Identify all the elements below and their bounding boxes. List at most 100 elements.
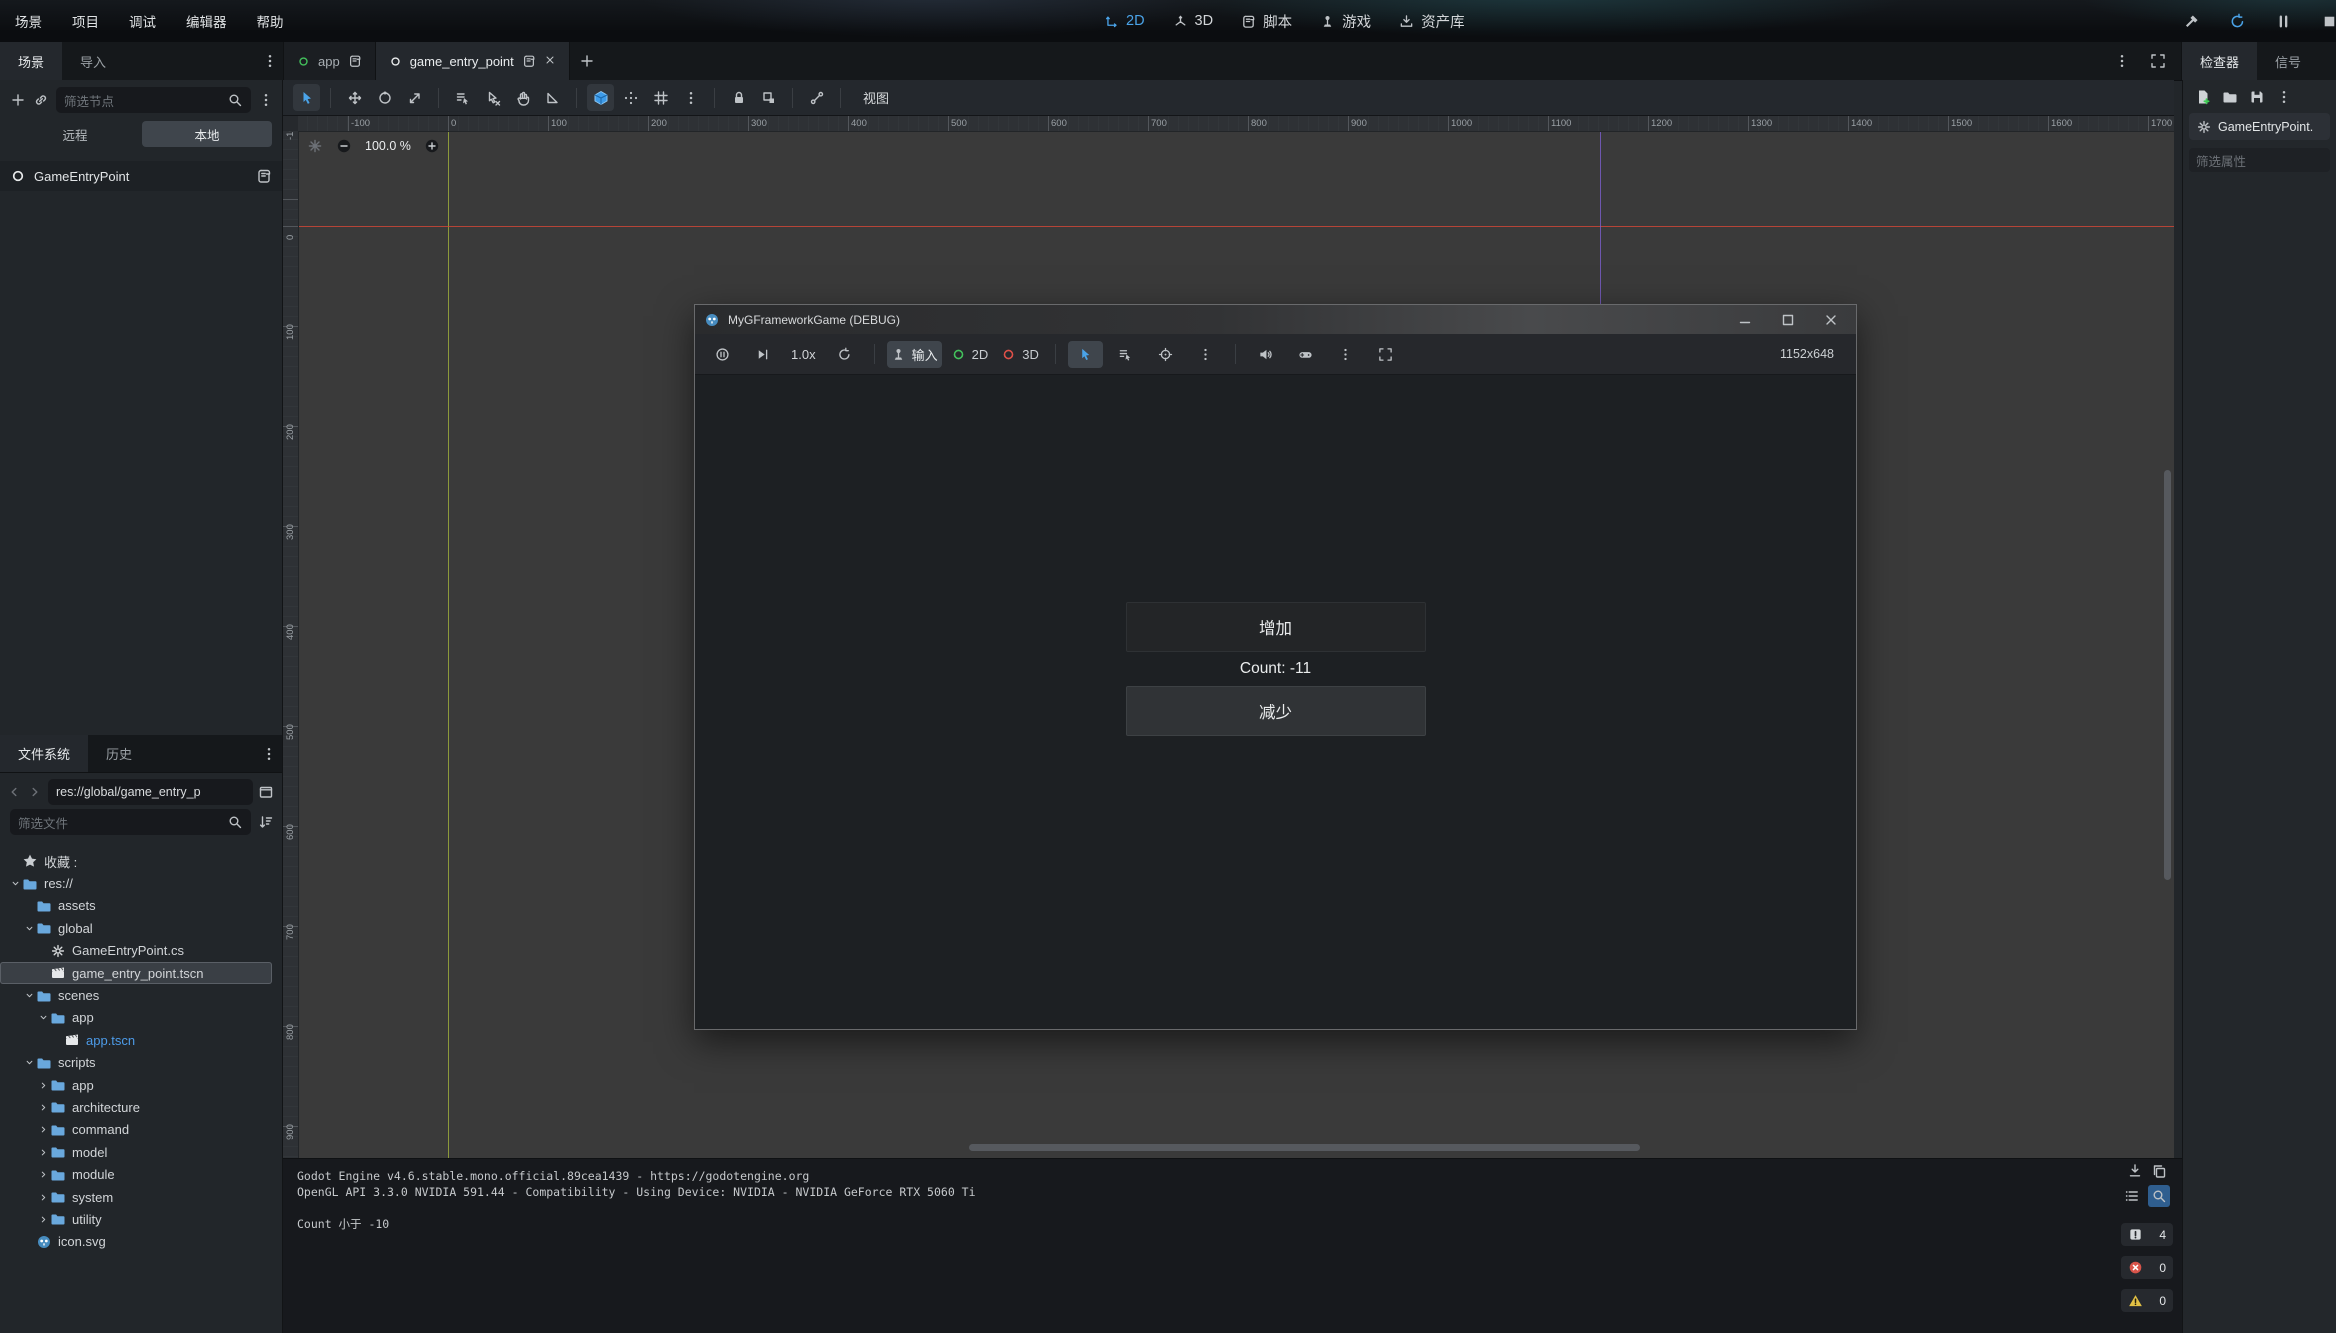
filter-properties-input[interactable]: 筛选属性	[2189, 148, 2330, 172]
chev-right-icon[interactable]	[36, 1147, 50, 1158]
scene-dock-tab-0[interactable]: 场景	[0, 42, 62, 80]
script-icon[interactable]	[256, 168, 272, 184]
cursor-button[interactable]	[1068, 341, 1103, 368]
scene-tab-list-button[interactable]	[2109, 48, 2135, 74]
reload-project-button[interactable]	[2224, 8, 2250, 34]
mode-tab-3[interactable]: 游戏	[1320, 11, 1371, 32]
debugger-badge-0[interactable]: 4	[2121, 1223, 2173, 1246]
snap-dots-tool-button[interactable]	[617, 84, 644, 111]
3D-circle-button[interactable]: 3D	[997, 341, 1043, 368]
filesystem-menu-button[interactable]	[256, 741, 282, 767]
split-mode-button[interactable]	[258, 784, 274, 800]
chev-down-icon[interactable]	[8, 878, 22, 889]
fs-tree-item[interactable]: res://	[0, 872, 282, 894]
fs-tree-item[interactable]: architecture	[0, 1096, 282, 1118]
view-menu-button[interactable]: 视图	[851, 88, 901, 107]
ruler-tool-button[interactable]	[539, 84, 566, 111]
chev-right-icon[interactable]	[36, 1080, 50, 1091]
fs-tree-item[interactable]: game_entry_point.tscn	[0, 962, 272, 984]
scene-dock-menu-button[interactable]	[257, 48, 283, 74]
grid-tool-button[interactable]	[647, 84, 674, 111]
back-button[interactable]	[6, 784, 22, 800]
path-input[interactable]: res://global/game_entry_p	[48, 779, 253, 805]
new-resource-button[interactable]	[2195, 89, 2211, 105]
chev-down-icon[interactable]	[22, 923, 36, 934]
chev-right-icon[interactable]	[36, 1192, 50, 1203]
dots-v-button[interactable]	[1188, 341, 1223, 368]
filesystem-tab-0[interactable]: 文件系统	[0, 735, 88, 772]
scale-tool-button[interactable]	[401, 84, 428, 111]
chev-right-icon[interactable]	[36, 1214, 50, 1225]
canvas-horizontal-scrollbar[interactable]	[969, 1144, 1640, 1151]
canvas-vertical-scrollbar[interactable]	[2164, 470, 2171, 880]
close-button[interactable]	[1823, 312, 1839, 328]
filesystem-tab-1[interactable]: 历史	[88, 735, 150, 772]
deselect-tool-button[interactable]	[479, 84, 506, 111]
reset-button[interactable]	[827, 341, 862, 368]
chev-right-icon[interactable]	[36, 1124, 50, 1135]
resource-extras-button[interactable]	[2276, 89, 2292, 105]
fs-tree-item[interactable]: app	[0, 1074, 282, 1096]
chev-right-icon[interactable]	[36, 1102, 50, 1113]
mode-tab-0[interactable]: 2D	[1104, 13, 1145, 29]
chev-down-icon[interactable]	[22, 990, 36, 1001]
fs-tree-item[interactable]: model	[0, 1141, 282, 1163]
speaker-button[interactable]	[1248, 341, 1283, 368]
add-node-button[interactable]	[10, 92, 26, 108]
fs-tree-item[interactable]: icon.svg	[0, 1231, 282, 1253]
2D-circle-button[interactable]: 2D	[947, 341, 993, 368]
zoom-in-button[interactable]	[424, 138, 440, 154]
fs-tree-item[interactable]: system	[0, 1186, 282, 1208]
fs-tree-item[interactable]: scenes	[0, 984, 282, 1006]
maximize-button[interactable]	[1780, 312, 1796, 328]
menubar-menu-1[interactable]: 项目	[57, 11, 114, 31]
remote-button[interactable]: 远程	[10, 121, 140, 147]
pause-game-button[interactable]	[705, 341, 740, 368]
distraction-free-button[interactable]	[2145, 48, 2171, 74]
load-resource-button[interactable]	[2222, 89, 2238, 105]
bone-tool-button[interactable]	[803, 84, 830, 111]
save-resource-button[interactable]	[2249, 89, 2265, 105]
move-tool-button[interactable]	[341, 84, 368, 111]
local-button[interactable]: 本地	[142, 121, 272, 147]
dots-v-tool-button[interactable]	[677, 84, 704, 111]
log-filter-button[interactable]	[2124, 1188, 2140, 1204]
inspector-tab-0[interactable]: 检查器	[2182, 42, 2257, 80]
cube-tool-button[interactable]	[587, 84, 614, 111]
fs-tree-item[interactable]: GameEntryPoint.cs	[0, 940, 282, 962]
gamepad-button[interactable]	[1288, 341, 1323, 368]
fullscreen-button[interactable]	[1368, 341, 1403, 368]
close-tab-button[interactable]	[544, 54, 556, 69]
game-window-titlebar[interactable]: MyGFrameworkGame (DEBUG)	[695, 305, 1856, 334]
mode-tab-2[interactable]: 脚本	[1241, 11, 1292, 32]
build-button[interactable]	[2178, 8, 2204, 34]
fs-tree-item[interactable]: assets	[0, 895, 282, 917]
sort-files-button[interactable]	[258, 814, 274, 830]
group-tool-button[interactable]	[755, 84, 782, 111]
playback-speed[interactable]: 1.0x	[785, 347, 822, 362]
scroll-to-bottom-button[interactable]	[2127, 1163, 2143, 1179]
next-frame-button[interactable]	[745, 341, 780, 368]
cursor-tool-button[interactable]	[293, 84, 320, 111]
fs-tree-item[interactable]: app	[0, 1007, 282, 1029]
dots-v-button[interactable]	[1328, 341, 1363, 368]
fs-tree-item[interactable]: 收藏 :	[0, 850, 282, 872]
chev-down-icon[interactable]	[36, 1012, 50, 1023]
scene-panel-menu-button[interactable]	[258, 92, 274, 108]
menubar-menu-0[interactable]: 场景	[0, 11, 57, 31]
chev-down-icon[interactable]	[22, 1057, 36, 1068]
rotate-tool-button[interactable]	[371, 84, 398, 111]
fs-tree-item[interactable]: utility	[0, 1208, 282, 1230]
chev-right-icon[interactable]	[36, 1169, 50, 1180]
increase-button[interactable]: 增加	[1126, 602, 1426, 652]
lock-tool-button[interactable]	[725, 84, 752, 111]
scene-tree-root-node[interactable]: GameEntryPoint	[0, 161, 282, 191]
pause-scene-button[interactable]	[2270, 8, 2296, 34]
fs-tree-item[interactable]: scripts	[0, 1052, 282, 1074]
copy-log-button[interactable]	[2151, 1163, 2167, 1179]
mode-tab-4[interactable]: 资产库	[1399, 11, 1465, 32]
mode-tab-1[interactable]: 3D	[1173, 13, 1214, 29]
forward-button[interactable]	[27, 784, 43, 800]
scene-dock-tab-1[interactable]: 导入	[62, 42, 124, 80]
stop-button[interactable]	[2316, 8, 2336, 34]
